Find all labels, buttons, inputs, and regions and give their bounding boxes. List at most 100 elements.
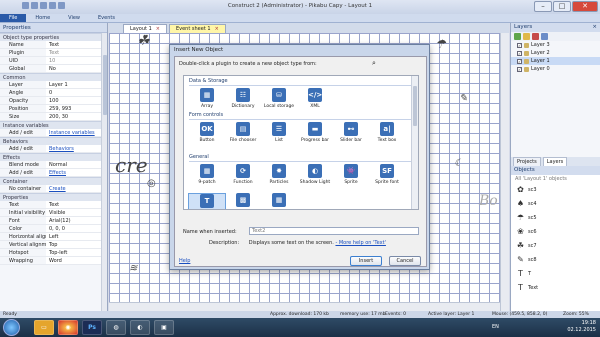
photoshop-icon[interactable]: Ps <box>82 320 102 335</box>
doodle-sprite[interactable]: ☂ <box>435 37 446 51</box>
doodle-sprite[interactable]: ◎ <box>147 178 156 189</box>
property-value[interactable]: No <box>46 65 107 72</box>
layer-visibility-checkbox[interactable]: ✓ <box>517 66 522 72</box>
lock-icon[interactable] <box>524 58 529 64</box>
property-value[interactable]: 259, 993 <box>46 105 107 112</box>
doodle-sprite[interactable]: ✎ <box>459 93 467 104</box>
object-item[interactable]: ☘ sc7 <box>511 239 600 253</box>
property-row[interactable]: Wrapping Word <box>0 257 107 265</box>
layer-visibility-checkbox[interactable]: ✓ <box>517 50 522 56</box>
property-row[interactable]: Font Arial(12) <box>0 217 107 225</box>
property-row[interactable]: No container Create <box>0 185 107 193</box>
property-value[interactable]: Visible <box>46 209 107 216</box>
property-section-header[interactable]: Container <box>0 177 107 185</box>
object-item[interactable]: TT <box>511 267 600 281</box>
object-item[interactable]: ✿ sc3 <box>511 183 600 197</box>
property-row[interactable]: Size 200, 30 <box>0 113 107 121</box>
object-item[interactable]: ♠ sc4 <box>511 197 600 211</box>
plugin-tile[interactable]: ☷ Dictionary <box>224 88 262 116</box>
tab-events[interactable]: Events <box>89 14 124 22</box>
doodle-sprite[interactable]: ☘ <box>137 33 150 49</box>
close-panel-icon[interactable]: × <box>592 23 597 32</box>
canvas-horizontal-scrollbar[interactable] <box>109 302 500 311</box>
object-item[interactable]: T Text <box>511 281 600 295</box>
search-icon[interactable]: ⌕ <box>368 60 380 68</box>
lock-icon[interactable] <box>524 50 529 56</box>
plugin-tile[interactable]: ⛁ Local storage <box>260 88 298 116</box>
lock-icon[interactable] <box>524 42 529 48</box>
system-clock[interactable]: 19:18 02.12.2015 <box>567 320 596 334</box>
doodle-sprite[interactable]: Bo <box>479 193 498 209</box>
property-row[interactable]: UID 10 <box>0 57 107 65</box>
property-row[interactable]: Initial visibility Visible <box>0 209 107 217</box>
plugin-tile[interactable]: </> XML <box>296 88 334 116</box>
app-icon[interactable]: ◍ <box>106 320 126 335</box>
layer-visibility-checkbox[interactable]: ✓ <box>517 58 522 64</box>
property-value[interactable]: Top <box>46 241 107 248</box>
property-row[interactable]: Name Text <box>0 41 107 49</box>
maximize-button[interactable]: □ <box>553 1 571 12</box>
property-row[interactable]: Angle 0 <box>0 89 107 97</box>
property-row[interactable]: Hotspot Top-left <box>0 249 107 257</box>
object-item[interactable]: ✎ sc8 <box>511 253 600 267</box>
property-value[interactable]: Text <box>46 41 107 48</box>
plugin-tile[interactable]: a| Text box <box>368 122 406 150</box>
object-item[interactable]: ❀ sc6 <box>511 225 600 239</box>
property-section-header[interactable]: Object type properties <box>0 33 107 41</box>
property-link[interactable]: Behaviors <box>46 145 107 152</box>
property-row[interactable]: Text Text <box>0 201 107 209</box>
property-row[interactable]: Vertical alignmentTop <box>0 241 107 249</box>
property-section-header[interactable]: Behaviors <box>0 137 107 145</box>
language-indicator[interactable]: EN <box>492 324 499 330</box>
doodle-sprite[interactable]: cre <box>115 153 148 177</box>
insert-button[interactable]: Insert <box>350 256 382 266</box>
property-value[interactable]: Word <box>46 257 107 264</box>
cancel-button[interactable]: Cancel <box>389 256 421 266</box>
close-tab-icon[interactable]: × <box>215 26 219 32</box>
property-value[interactable]: 200, 30 <box>46 113 107 120</box>
plugin-tile[interactable]: ⟳ Function <box>224 164 262 192</box>
plugin-list-scrollbar[interactable] <box>411 76 418 209</box>
property-section-header[interactable]: Common <box>0 73 107 81</box>
property-value[interactable]: Arial(12) <box>46 217 107 224</box>
property-link[interactable]: Effects <box>46 169 107 176</box>
layer-item[interactable]: ✓ Layer 3 <box>511 41 600 49</box>
property-link[interactable]: Instance variables <box>46 129 107 136</box>
property-section-header[interactable]: Effects <box>0 153 107 161</box>
object-item[interactable]: ☂ sc5 <box>511 211 600 225</box>
plugin-tile[interactable]: TText <box>188 193 226 209</box>
property-link[interactable]: Create <box>46 185 107 192</box>
property-value[interactable]: 10 <box>46 57 107 64</box>
property-row[interactable]: Add / edit Effects <box>0 169 107 177</box>
property-value[interactable]: 100 <box>46 97 107 104</box>
lock-icon[interactable] <box>524 66 529 72</box>
plugin-tile[interactable]: 👾 Sprite <box>332 164 370 192</box>
start-button[interactable] <box>3 319 20 336</box>
layer-visibility-icon[interactable] <box>523 33 530 40</box>
more-help-link[interactable]: - More help on 'Text' <box>335 240 385 246</box>
add-layer-icon[interactable] <box>514 33 521 40</box>
close-button[interactable]: ✕ <box>572 1 598 12</box>
plugin-tile[interactable]: ▤ File chooser <box>224 122 262 150</box>
plugin-tile[interactable]: ▩ <box>224 193 262 209</box>
objects-filter[interactable]: All 'Layout 1' objects <box>511 175 600 183</box>
help-link[interactable]: Help <box>179 258 190 264</box>
move-layer-icon[interactable] <box>541 33 548 40</box>
property-value[interactable]: Layer 1 <box>46 81 107 88</box>
plugin-tile[interactable]: SF Sprite font <box>368 164 406 192</box>
plugin-tile[interactable]: ◐ Shadow Light <box>296 164 334 192</box>
property-row[interactable]: Horizontal align...Left <box>0 233 107 241</box>
plugin-tile[interactable]: ☰ List <box>260 122 298 150</box>
explorer-icon[interactable]: ▭ <box>34 320 54 335</box>
doodle-sprite[interactable]: ☾ <box>454 158 463 169</box>
property-value[interactable]: Normal <box>46 161 107 168</box>
property-value[interactable]: Text <box>46 201 107 208</box>
plugin-tile[interactable]: OK Button <box>188 122 226 150</box>
property-section-header[interactable]: Instance variables <box>0 121 107 129</box>
property-row[interactable]: Opacity 100 <box>0 97 107 105</box>
layer-item[interactable]: ✓ Layer 1 <box>511 57 600 65</box>
property-row[interactable]: Layer Layer 1 <box>0 81 107 89</box>
minimize-button[interactable]: – <box>534 1 552 12</box>
plugin-tile[interactable]: ⊷ Slider bar <box>332 122 370 150</box>
property-row[interactable]: Add / edit Behaviors <box>0 145 107 153</box>
